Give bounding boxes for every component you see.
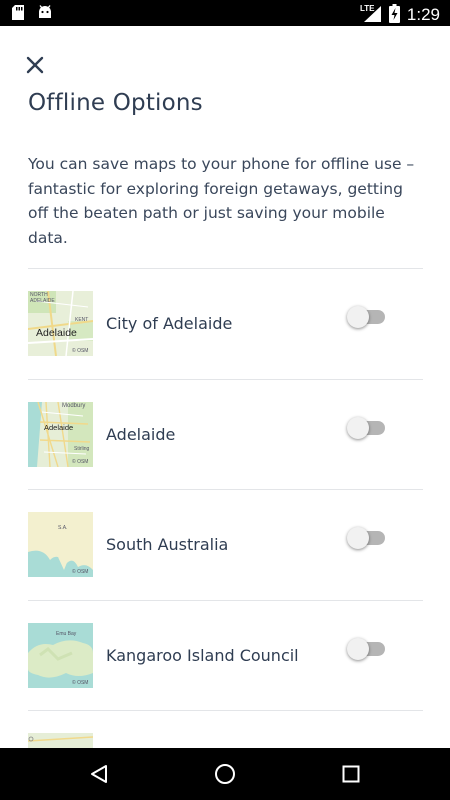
close-button[interactable]: [20, 50, 50, 80]
region-row-partial[interactable]: [28, 710, 423, 748]
region-row-kangaroo-island-council[interactable]: Emu Bay © OSM Kangaroo Island Council: [28, 599, 423, 711]
region-label: City of Adelaide: [106, 314, 233, 333]
map-thumbnail: Emu Bay © OSM: [28, 622, 93, 688]
thumb-label: Adelaide: [36, 327, 77, 339]
thumb-label: © OSM: [72, 679, 89, 686]
offline-toggle[interactable]: [347, 305, 387, 329]
page-title: Offline Options: [28, 90, 203, 116]
signal-icon: LTE: [360, 3, 382, 27]
network-label: LTE: [360, 4, 375, 13]
region-label: Adelaide: [106, 424, 176, 444]
map-thumbnail: Modbury Adelaide Stirling © OSM: [28, 401, 93, 467]
region-list: NORTH ADELAIDE KENT Adelaide © OSM City …: [28, 268, 423, 748]
sd-card-icon: [11, 4, 25, 25]
recents-icon: [342, 765, 360, 783]
thumb-label: KENT: [75, 317, 89, 323]
map-thumbnail: NORTH ADELAIDE KENT Adelaide © OSM: [28, 291, 93, 356]
offline-toggle[interactable]: [347, 526, 387, 550]
status-bar: LTE 1:29: [0, 0, 450, 26]
thumb-label: © OSM: [72, 458, 89, 465]
android-icon: [37, 4, 53, 25]
description-text: You can save maps to your phone for offl…: [28, 155, 415, 247]
region-label: South Australia: [106, 535, 229, 554]
thumb-label: © OSM: [72, 348, 89, 354]
map-thumbnail: [28, 733, 93, 748]
navigation-bar: [0, 748, 450, 800]
offline-options-screen: Offline Options You can save maps to you…: [0, 26, 450, 748]
offline-toggle[interactable]: [347, 416, 387, 440]
home-button[interactable]: [210, 760, 240, 788]
battery-charging-icon: [388, 3, 400, 27]
thumb-label: S.A.: [58, 525, 68, 531]
thumb-label: Modbury: [62, 402, 86, 409]
thumb-label: Emu Bay: [56, 630, 77, 637]
recents-button[interactable]: [336, 760, 366, 788]
thumb-label: © OSM: [72, 569, 89, 575]
thumb-label: Stirling: [74, 445, 90, 452]
region-row-city-of-adelaide[interactable]: NORTH ADELAIDE KENT Adelaide © OSM City …: [28, 268, 423, 379]
thumb-label: Adelaide: [44, 422, 74, 432]
region-row-adelaide[interactable]: Modbury Adelaide Stirling © OSM Adelaide: [28, 378, 423, 490]
map-thumbnail: S.A. © OSM: [28, 512, 93, 577]
region-label: Kangaroo Island Council: [106, 645, 299, 665]
status-time: 1:29: [406, 5, 440, 24]
home-icon: [215, 764, 235, 784]
thumb-label: ADELAIDE: [30, 298, 55, 304]
back-icon: [91, 765, 107, 783]
close-icon: [26, 56, 44, 74]
offline-toggle[interactable]: [347, 637, 387, 661]
region-row-south-australia[interactable]: S.A. © OSM South Australia: [28, 489, 423, 600]
back-button[interactable]: [84, 760, 114, 788]
